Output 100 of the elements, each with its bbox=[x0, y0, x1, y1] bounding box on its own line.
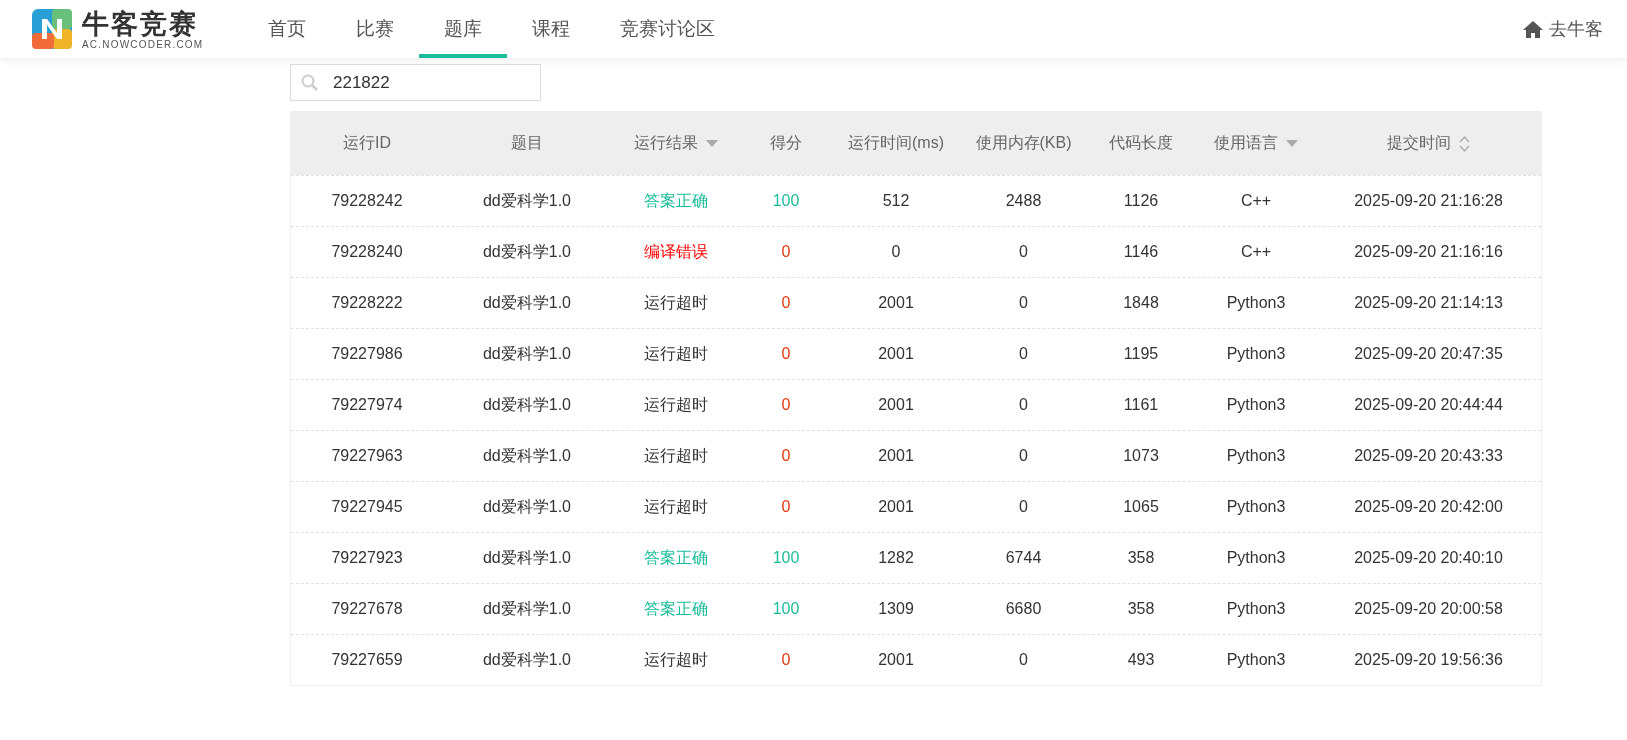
table-cell-text: 358 bbox=[1126, 600, 1156, 618]
table-cell-text: Python3 bbox=[1225, 447, 1287, 465]
table-cell-text: 2025-09-20 20:42:00 bbox=[1353, 498, 1504, 516]
table-cell-text: C++ bbox=[1239, 192, 1273, 210]
table-cell-text: 2001 bbox=[877, 498, 915, 516]
caret-down-icon[interactable] bbox=[706, 140, 718, 147]
result-status: 运行超时 bbox=[643, 292, 709, 313]
score-cell-text: 0 bbox=[780, 651, 792, 669]
table-cell-text: 358 bbox=[1126, 549, 1156, 567]
table-cell-text: 0 bbox=[1018, 651, 1029, 669]
table-cell-text: dd爱科学1.0 bbox=[481, 241, 572, 262]
result-status: 运行超时 bbox=[643, 496, 709, 517]
logo-title: 牛客竞赛 bbox=[82, 8, 199, 39]
nav-tab[interactable]: 比赛 bbox=[331, 0, 420, 58]
table-cell-text: 2025-09-20 20:00:58 bbox=[1353, 600, 1504, 618]
table-cell-text: 79227659 bbox=[330, 651, 404, 669]
table-cell-text: 6744 bbox=[1004, 549, 1043, 567]
table-cell-text: Python3 bbox=[1225, 549, 1287, 567]
table-cell-text: 0 bbox=[1018, 396, 1029, 414]
table-cell-text: 79227986 bbox=[330, 345, 404, 363]
score-cell-text: 100 bbox=[771, 549, 801, 567]
table-cell-text: 79228242 bbox=[330, 192, 404, 210]
table-cell-text: dd爱科学1.0 bbox=[481, 292, 572, 313]
table-cell-text: 2025-09-20 21:16:16 bbox=[1353, 243, 1504, 261]
table-cell-text: 0 bbox=[1018, 498, 1029, 516]
table-cell-text: 1195 bbox=[1122, 345, 1160, 363]
table-cell-text: 2001 bbox=[877, 345, 915, 363]
table-cell-text: 79227923 bbox=[330, 549, 404, 567]
column-header: 代码长度 bbox=[1109, 133, 1173, 153]
nav-tab[interactable]: 题库 bbox=[419, 0, 508, 58]
score-cell-text: 100 bbox=[771, 600, 801, 618]
logo-icon bbox=[32, 9, 72, 49]
search-field[interactable]: 221822 bbox=[290, 64, 541, 101]
table-cell-text: dd爱科学1.0 bbox=[481, 547, 572, 568]
table-cell-text: 1146 bbox=[1122, 243, 1160, 261]
result-status: 答案正确 bbox=[643, 190, 709, 211]
column-header: 使用语言 bbox=[1214, 133, 1278, 153]
caret-down-icon[interactable] bbox=[1286, 140, 1298, 147]
score-cell-text: 0 bbox=[780, 498, 792, 516]
score-cell-text: 100 bbox=[771, 192, 801, 210]
table-cell-text: 1161 bbox=[1122, 396, 1160, 414]
table-cell-text: Python3 bbox=[1225, 345, 1287, 363]
table-cell-text: dd爱科学1.0 bbox=[481, 343, 572, 364]
table-cell-text: 79228222 bbox=[330, 294, 404, 312]
table-cell-text: 1126 bbox=[1122, 192, 1160, 210]
result-status: 运行超时 bbox=[643, 394, 709, 415]
table-cell-text: dd爱科学1.0 bbox=[481, 394, 572, 415]
result-status: 答案正确 bbox=[643, 547, 709, 568]
column-header: 得分 bbox=[770, 133, 802, 153]
table-cell-text: dd爱科学1.0 bbox=[481, 445, 572, 466]
table-cell-text: 79227963 bbox=[330, 447, 404, 465]
result-status: 运行超时 bbox=[643, 343, 709, 364]
column-header: 运行时间(ms) bbox=[848, 133, 944, 153]
logo-subtitle: AC.NOWCODER.COM bbox=[82, 38, 204, 50]
table-cell-text: 2025-09-20 20:43:33 bbox=[1353, 447, 1504, 465]
table-cell-text: 2001 bbox=[877, 447, 915, 465]
table-cell-text: 493 bbox=[1126, 651, 1156, 669]
table-cell-text: dd爱科学1.0 bbox=[481, 598, 572, 619]
score-cell-text: 0 bbox=[780, 447, 792, 465]
table-cell-text: 2025-09-20 20:44:44 bbox=[1353, 396, 1504, 414]
home-icon bbox=[1523, 20, 1543, 38]
result-status: 运行超时 bbox=[643, 445, 709, 466]
nav-tab[interactable]: 竞赛讨论区 bbox=[595, 0, 741, 58]
table-cell-text: 0 bbox=[890, 243, 902, 261]
table-cell-text: 0 bbox=[1018, 447, 1029, 465]
table-cell-text: 79227678 bbox=[330, 600, 404, 618]
table-cell-text: 2001 bbox=[877, 294, 915, 312]
table-cell-text: 2025-09-20 21:14:13 bbox=[1353, 294, 1504, 312]
table-cell-text: 6680 bbox=[1004, 600, 1043, 618]
table-cell-text: 0 bbox=[1018, 294, 1029, 312]
home-link[interactable]: 去牛客 bbox=[1523, 17, 1603, 41]
table-cell-text: Python3 bbox=[1225, 396, 1287, 414]
column-header: 运行结果 bbox=[634, 133, 698, 153]
column-header: 运行ID bbox=[343, 133, 391, 153]
nav-tab[interactable]: 课程 bbox=[507, 0, 596, 58]
score-cell-text: 0 bbox=[780, 396, 792, 414]
result-status: 编译错误 bbox=[643, 241, 709, 262]
table-cell-text: Python3 bbox=[1225, 294, 1287, 312]
score-cell-text: 0 bbox=[780, 294, 792, 312]
table-cell-text: dd爱科学1.0 bbox=[481, 649, 572, 670]
table-cell-text: dd爱科学1.0 bbox=[481, 190, 572, 211]
table-cell-text: 2025-09-20 20:47:35 bbox=[1353, 345, 1504, 363]
result-status: 答案正确 bbox=[643, 598, 709, 619]
nav-tab[interactable]: 首页 bbox=[243, 0, 332, 58]
table-cell-text: 2001 bbox=[877, 396, 915, 414]
table-cell-text: dd爱科学1.0 bbox=[481, 496, 572, 517]
table-cell-text: C++ bbox=[1239, 243, 1273, 261]
table-cell-text: 1073 bbox=[1122, 447, 1160, 465]
table-cell-text: 2488 bbox=[1004, 192, 1043, 210]
score-cell-text: 0 bbox=[780, 345, 792, 363]
column-header: 提交时间 bbox=[1387, 133, 1451, 153]
table-cell-text: 1309 bbox=[877, 600, 915, 618]
table-cell-text: Python3 bbox=[1225, 651, 1287, 669]
column-header: 使用内存(KB) bbox=[975, 133, 1072, 153]
sort-icon[interactable] bbox=[1459, 135, 1470, 152]
table-cell-text: 79227974 bbox=[330, 396, 404, 414]
table-cell-text: 0 bbox=[1018, 345, 1029, 363]
table-cell-text: 1848 bbox=[1122, 294, 1160, 312]
table-cell-text: 2025-09-20 20:40:10 bbox=[1353, 549, 1504, 567]
table-cell-text: 1282 bbox=[877, 549, 915, 567]
